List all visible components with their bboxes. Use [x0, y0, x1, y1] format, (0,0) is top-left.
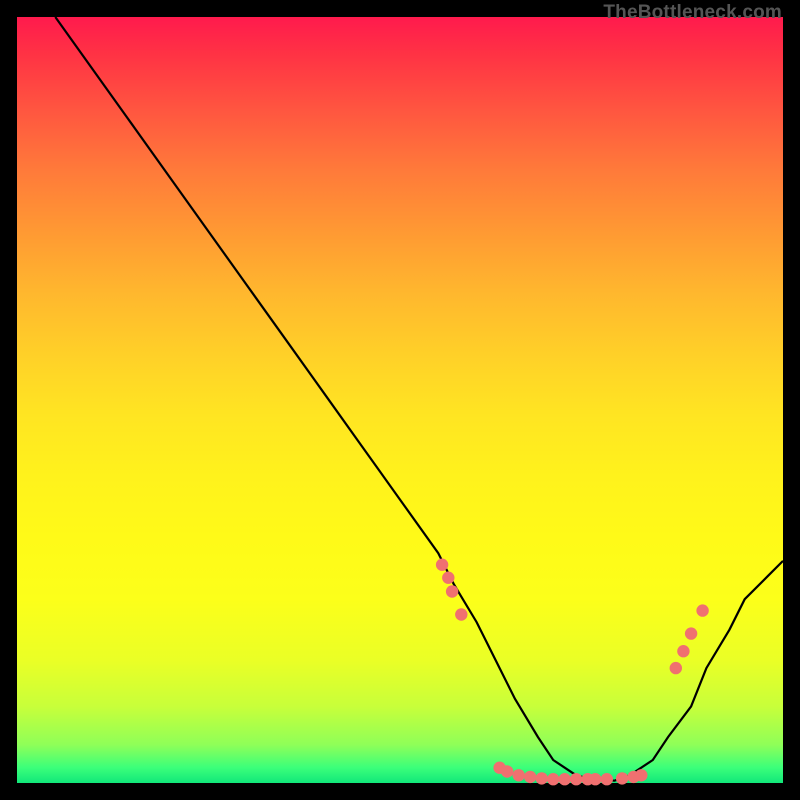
- chart-overlay: [0, 0, 800, 800]
- data-point: [601, 773, 613, 785]
- data-point: [524, 771, 536, 783]
- data-point: [635, 769, 647, 781]
- data-point: [455, 608, 467, 620]
- data-point: [501, 765, 513, 777]
- data-point: [547, 773, 559, 785]
- data-point: [513, 769, 525, 781]
- data-point: [696, 604, 708, 616]
- data-point: [616, 772, 628, 784]
- data-point: [442, 572, 454, 584]
- data-point: [446, 585, 458, 597]
- data-point: [589, 773, 601, 785]
- data-point: [670, 662, 682, 674]
- data-point: [436, 559, 448, 571]
- data-point: [685, 627, 697, 639]
- data-point: [570, 773, 582, 785]
- data-point: [677, 645, 689, 657]
- data-point: [536, 772, 548, 784]
- data-point: [559, 773, 571, 785]
